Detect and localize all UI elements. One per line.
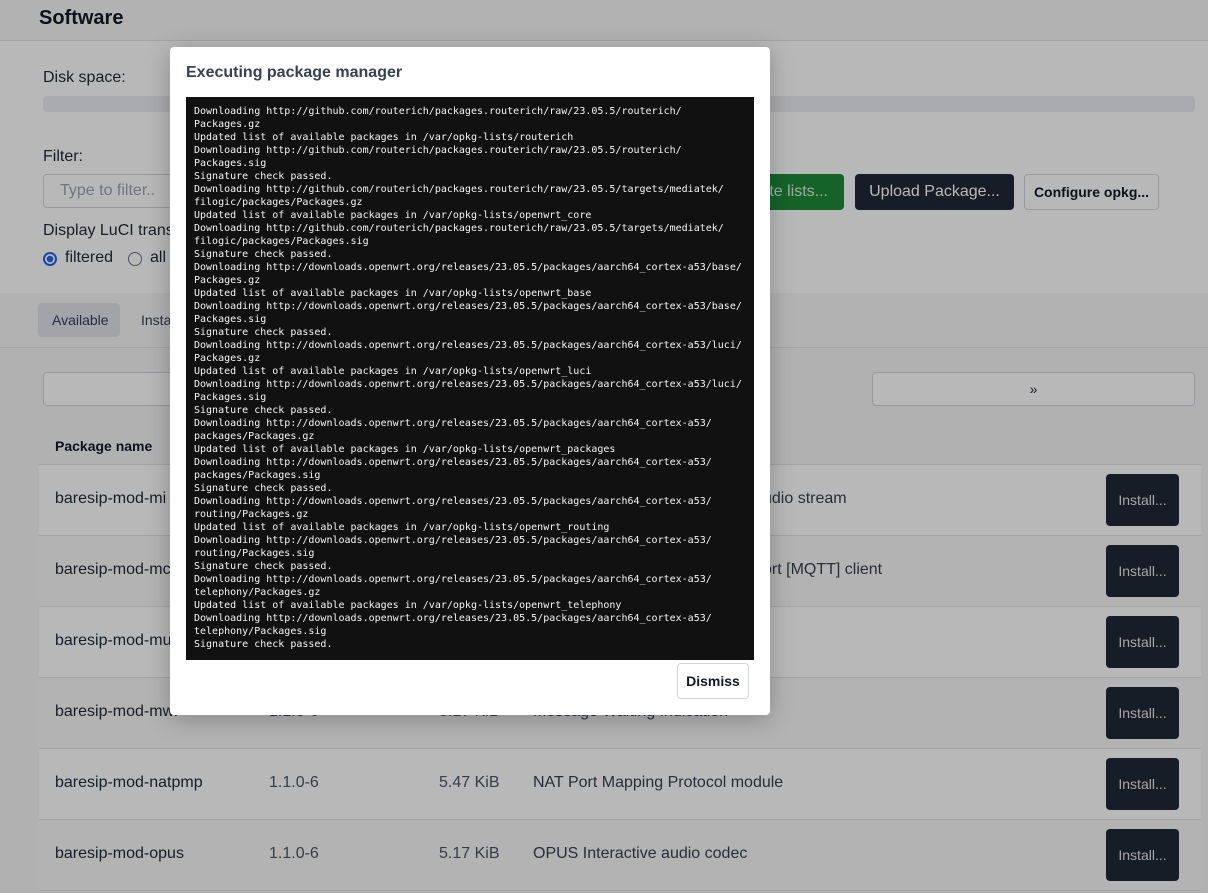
dismiss-button[interactable]: Dismiss bbox=[677, 663, 749, 699]
modal-title: Executing package manager bbox=[186, 64, 403, 81]
console-output[interactable]: Downloading http://github.com/routerich/… bbox=[186, 97, 754, 660]
console-text: Downloading http://github.com/routerich/… bbox=[194, 106, 742, 650]
package-manager-modal: Executing package manager Downloading ht… bbox=[170, 47, 770, 715]
